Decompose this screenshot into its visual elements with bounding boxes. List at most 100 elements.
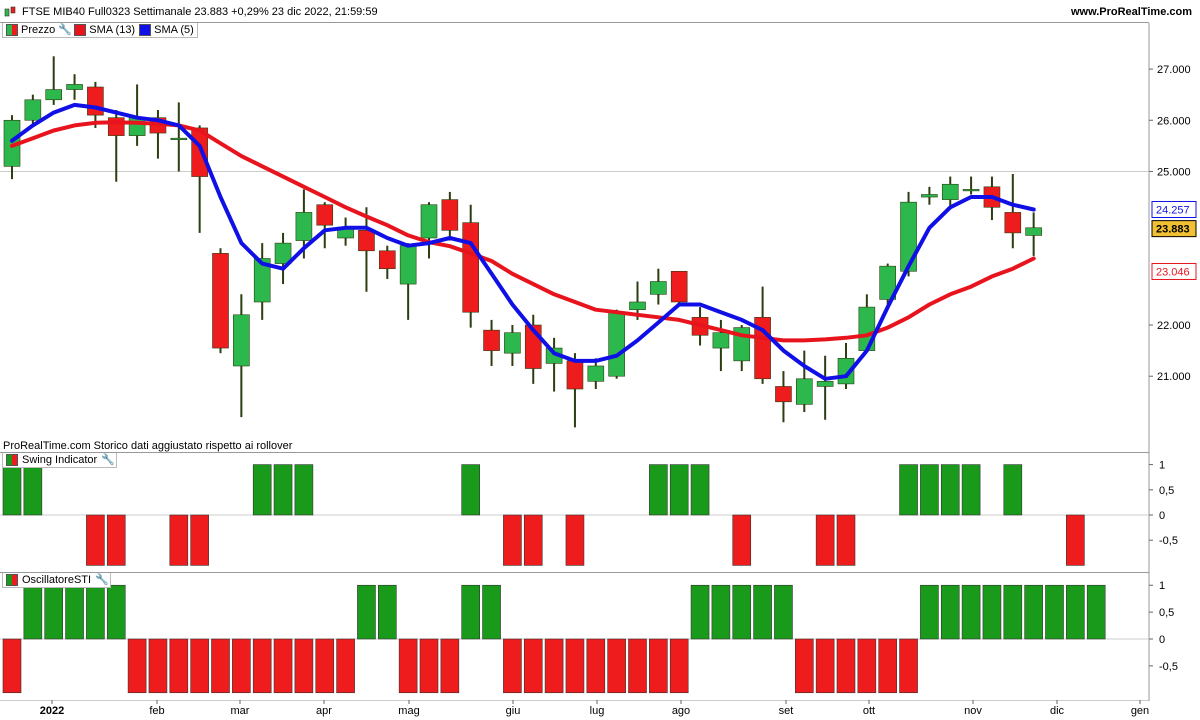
bar-positive xyxy=(1003,464,1023,516)
candle-down xyxy=(378,250,396,270)
bar-negative xyxy=(836,514,856,566)
swing-legend[interactable]: Swing Indicator 🔧 xyxy=(2,453,118,468)
header-bar: FTSE MIB40 Full0323 Settimanale 23.883 +… xyxy=(0,0,1200,24)
price-tick-label: 21.000 xyxy=(1157,371,1191,383)
x-tick-label: 2022 xyxy=(40,705,64,717)
swing-panel[interactable]: 1 0,5 0 -0,5 Swing Indicator 🔧 xyxy=(0,452,1178,573)
sma13-swatch-icon xyxy=(74,24,87,36)
bar-negative xyxy=(127,638,147,694)
bar-positive xyxy=(774,584,793,640)
candle-up xyxy=(66,84,83,90)
bar-negative xyxy=(440,638,460,694)
bar-negative xyxy=(523,638,543,694)
bar-negative xyxy=(649,638,668,694)
bar-positive xyxy=(461,464,481,516)
price-tick-label: 27.000 xyxy=(1157,64,1191,76)
bar-positive xyxy=(106,584,126,640)
bar-negative xyxy=(857,638,877,694)
candle-logo-icon xyxy=(4,6,16,17)
x-tick-label: set xyxy=(779,705,794,717)
x-tick-label: gen xyxy=(1131,705,1149,717)
sma5-line xyxy=(10,102,1036,381)
x-tick-label: nov xyxy=(964,705,982,717)
swing-legend-label: Swing Indicator xyxy=(22,454,98,466)
wrench-icon[interactable]: 🔧 xyxy=(58,24,72,36)
wrench-icon[interactable]: 🔧 xyxy=(101,454,115,466)
candle-up xyxy=(962,189,980,192)
candle-down xyxy=(462,222,480,313)
bar-positive xyxy=(23,584,43,640)
bar-positive xyxy=(252,464,272,516)
x-tick-label: feb xyxy=(149,705,164,717)
bar-negative xyxy=(607,638,626,694)
candle-up xyxy=(858,306,876,351)
x-tick-label: lug xyxy=(590,705,605,717)
x-tick-label: mag xyxy=(398,705,419,717)
candle-down xyxy=(358,230,375,252)
osc-chart[interactable]: 1 0,5 0 -0,5 xyxy=(0,573,1200,701)
x-axis: 2022 feb mar apr mag giu lug ago set ott nov dic gen xyxy=(0,700,1149,717)
osc-panel[interactable]: 1 0,5 0 -0,5 OscillatoreSTI 🔧 xyxy=(0,572,1178,701)
price-chart[interactable]: 27.000 26.000 25.000 22.000 21.000 24.257 23.8… xyxy=(0,23,1200,453)
data-notice: ProRealTime.com Storico dati aggiustato … xyxy=(3,440,293,452)
sma5-swatch-icon xyxy=(139,24,152,36)
bar-positive xyxy=(86,584,105,640)
swing-axis-tick-label: 0 xyxy=(1159,510,1165,522)
bar-negative xyxy=(878,638,898,694)
bar-negative xyxy=(252,638,272,694)
candle-up xyxy=(795,378,813,405)
bar-positive xyxy=(482,584,501,640)
bar-positive xyxy=(982,584,1002,640)
bar-negative xyxy=(211,638,230,694)
bar-positive xyxy=(1024,584,1043,640)
bar-positive xyxy=(961,464,981,516)
bar-positive xyxy=(899,464,918,516)
candle-up xyxy=(1025,227,1042,236)
price-tick-label: 26.000 xyxy=(1157,115,1191,127)
candle-down xyxy=(670,270,688,303)
bar-negative xyxy=(398,638,418,694)
bar-negative xyxy=(815,514,835,566)
bar-negative xyxy=(732,514,752,566)
swing-axis-tick-label: -0,5 xyxy=(1159,535,1178,547)
x-tick-label: mar xyxy=(231,705,250,717)
bar-swatch-icon xyxy=(6,454,18,466)
bar-negative xyxy=(628,638,647,694)
legend-sma5-label: SMA (5) xyxy=(154,24,194,36)
candle-up xyxy=(24,99,42,121)
last-price-tag-text: 23.883 xyxy=(1156,224,1190,236)
sma13-line xyxy=(10,120,1036,343)
osc-axis-tick-label: 0,5 xyxy=(1159,607,1174,619)
bar-positive xyxy=(732,584,752,640)
wrench-icon[interactable]: 🔧 xyxy=(95,574,109,586)
bar-negative xyxy=(815,638,835,694)
price-tick-label: 25.000 xyxy=(1157,166,1191,178)
legend-sma13-label: SMA (13) xyxy=(89,24,136,36)
candle-up xyxy=(170,137,188,140)
bar-positive xyxy=(273,464,293,516)
legend-price[interactable]: Prezzo 🔧 xyxy=(6,24,72,36)
legend-sma13[interactable]: SMA (13) xyxy=(74,24,135,36)
candle-up xyxy=(587,365,605,382)
bar-positive xyxy=(711,584,731,640)
legend-sma5[interactable]: SMA (5) xyxy=(139,24,194,36)
bar-negative xyxy=(106,514,126,566)
candle-down xyxy=(775,386,792,403)
bar-positive xyxy=(461,584,481,640)
candle-up xyxy=(629,301,646,310)
bar-negative xyxy=(169,638,189,694)
candle-up xyxy=(504,332,521,354)
bar-negative xyxy=(294,638,314,694)
bar-negative xyxy=(565,638,585,694)
price-panel[interactable]: 27.000 26.000 25.000 22.000 21.000 24.257 23.8… xyxy=(0,22,1197,453)
bar-positive xyxy=(940,584,960,640)
bar-negative xyxy=(565,514,585,566)
osc-legend[interactable]: OscillatoreSTI 🔧 xyxy=(2,573,112,588)
candle-up xyxy=(399,245,417,285)
swing-axis-tick-label: 1 xyxy=(1159,460,1165,472)
swing-chart[interactable]: 1 0,5 0 -0,5 xyxy=(0,453,1200,573)
candle-up xyxy=(900,201,917,272)
bar-swatch-icon xyxy=(6,574,18,586)
brand-link[interactable]: www.ProRealTime.com xyxy=(1071,6,1192,18)
candle-up xyxy=(45,89,63,101)
